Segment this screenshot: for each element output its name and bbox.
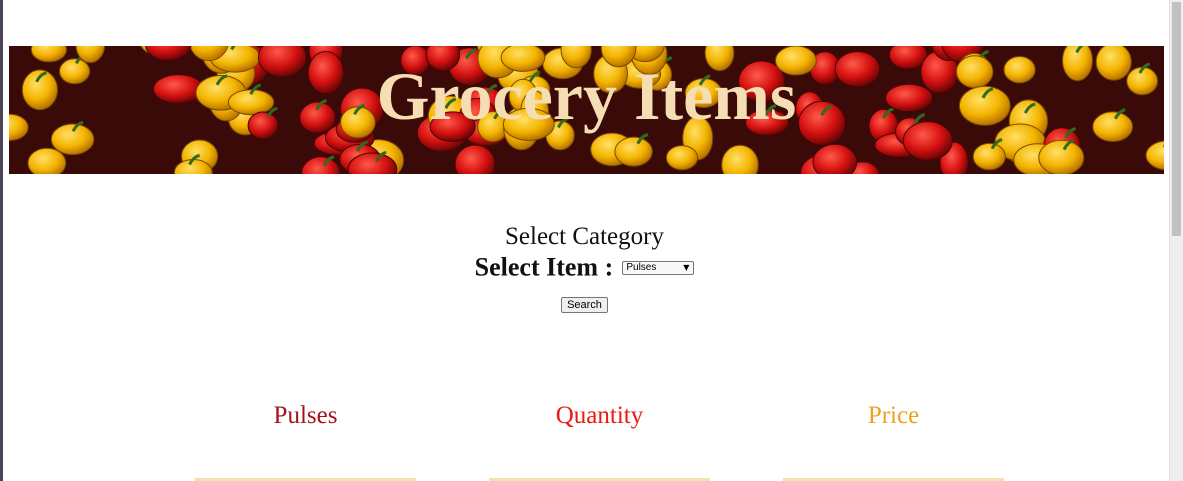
- item-select-label: Select Item :: [474, 252, 614, 282]
- column-header-pulses: Pulses: [273, 402, 338, 429]
- column-header-quantity: Quantity: [555, 402, 644, 429]
- category-heading: Select Category: [505, 223, 664, 250]
- item-select-dropdown[interactable]: Pulses ▼: [622, 260, 695, 275]
- search-button[interactable]: Search: [561, 296, 608, 313]
- page-title: Grocery Items: [376, 58, 797, 134]
- chevron-down-icon: ▼: [683, 262, 690, 272]
- item-select-value: Pulses: [626, 261, 657, 273]
- search-form: Select Category Select Item : Pulses ▼ S…: [0, 222, 1169, 313]
- vertical-scrollbar[interactable]: [1169, 0, 1183, 481]
- header-banner: Grocery Items: [9, 46, 1164, 174]
- item-select-row: Select Item : Pulses ▼: [0, 252, 1169, 283]
- scrollbar-thumb[interactable]: [1172, 2, 1181, 236]
- column-header-price: Price: [867, 402, 920, 429]
